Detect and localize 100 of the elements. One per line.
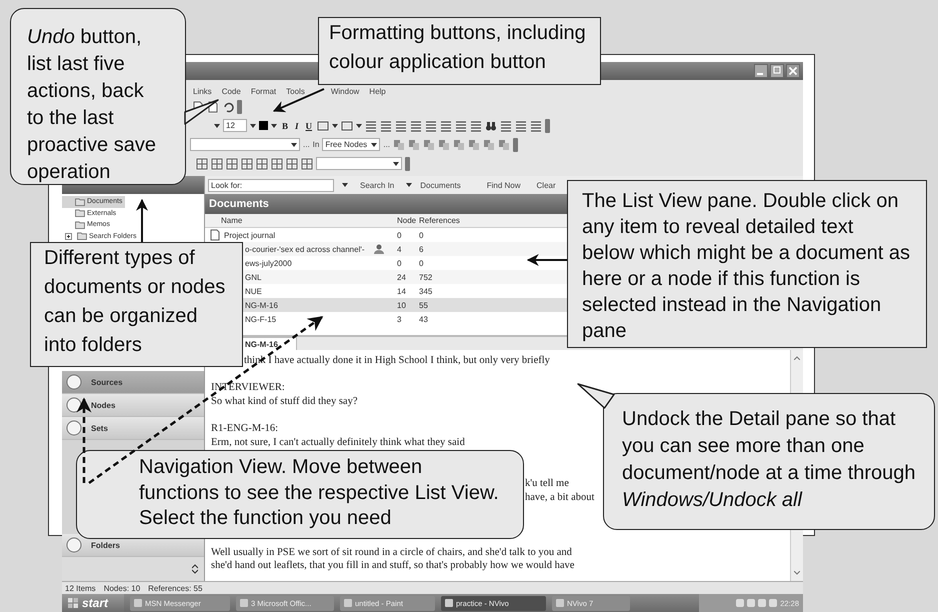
menu-item[interactable]: Window [330, 87, 360, 96]
list-row[interactable]: NG-M-16 10 55 [243, 298, 567, 312]
scroll-down-icon[interactable] [794, 571, 800, 575]
table-icon[interactable] [271, 158, 283, 170]
coding-icon[interactable] [438, 138, 450, 150]
coding-icon[interactable] [423, 138, 436, 150]
toolbar-grip[interactable] [513, 138, 518, 152]
menu-item[interactable]: Links [193, 87, 212, 96]
sort-icon[interactable] [530, 120, 542, 132]
coding-icon[interactable] [453, 138, 466, 150]
sort-icon[interactable] [515, 120, 528, 132]
transcript-line: Erm, not sure, I can't actually definitely think what they said [211, 437, 465, 448]
list-title: Documents [209, 198, 269, 210]
column-header[interactable]: Node [395, 214, 417, 227]
expand-icon[interactable] [65, 232, 72, 240]
caret-icon [406, 183, 412, 187]
table-icon[interactable] [241, 158, 253, 170]
table-icon[interactable] [226, 158, 238, 170]
circle-icon [66, 420, 82, 436]
transcript-line: R1-ENG-M-16: [211, 423, 278, 434]
chevron-icon[interactable] [192, 564, 198, 574]
border-icon[interactable] [317, 120, 330, 132]
caret-icon [393, 162, 399, 166]
code-field[interactable] [190, 138, 300, 151]
node-count: 4 [397, 244, 402, 254]
menu-item[interactable]: Help [369, 87, 386, 96]
align-icon[interactable] [425, 120, 438, 132]
align-icon[interactable] [365, 120, 378, 132]
coding-icon[interactable] [483, 138, 496, 150]
table-icon[interactable] [196, 158, 208, 170]
coding-icon[interactable] [468, 138, 480, 150]
colour-swatch-icon[interactable] [259, 121, 268, 130]
callout-tail [577, 383, 615, 409]
list-row[interactable]: o-courier-'sex ed across channel'- 4 6 [243, 242, 567, 256]
table-icon[interactable] [301, 158, 313, 170]
align-icon[interactable] [395, 120, 408, 132]
toolbar-grip[interactable] [405, 156, 410, 170]
scroll-up-icon[interactable] [794, 356, 800, 360]
align-icon[interactable] [410, 120, 422, 132]
coding-icon[interactable] [393, 138, 406, 150]
detail-tab[interactable]: NG-M-16 [241, 337, 297, 350]
app-icon [134, 599, 142, 607]
coding-icon[interactable] [498, 138, 510, 150]
app-icon [556, 599, 564, 607]
menu-item[interactable]: Code [222, 87, 241, 96]
table-icon[interactable] [286, 158, 298, 170]
callout: Undo button, list last five actions, back to the last proactive save operation [10, 8, 186, 185]
search-field[interactable]: Look for: [208, 178, 334, 192]
format-button[interactable]: I [293, 120, 301, 130]
align-icon[interactable] [380, 120, 392, 132]
callout: Undock the Detail pane so that you can see more than one document/node at a time through Windows/Undock all [603, 393, 935, 530]
flag-icon [68, 598, 78, 608]
scope-label: Documents [420, 180, 461, 190]
coding-icon[interactable] [408, 138, 420, 150]
name-text: o-courier-'sex ed across channel'- [245, 244, 365, 254]
reference-count: 752 [419, 272, 432, 282]
browse-button[interactable]: ... [383, 140, 390, 149]
caret-icon [271, 124, 277, 128]
table-icon[interactable] [211, 158, 223, 170]
status-text: References: 55 [148, 584, 202, 592]
status-text: Nodes: 10 [104, 584, 140, 592]
border-icon[interactable] [341, 120, 354, 132]
nav-button[interactable]: Sets [62, 417, 204, 440]
format-button[interactable]: B [280, 120, 290, 130]
find-now-button[interactable]: Find Now [482, 180, 525, 190]
search-in-button[interactable]: Search In [356, 180, 398, 190]
maximize-icon[interactable] [770, 64, 784, 78]
align-icon[interactable] [470, 120, 482, 132]
nodes-dropdown[interactable]: Free Nodes [322, 138, 380, 151]
toolbar-grip[interactable] [237, 100, 242, 114]
table-icon[interactable] [256, 158, 268, 170]
start-button[interactable]: start [62, 594, 124, 612]
list-row[interactable]: GNL 24 752 [243, 270, 567, 284]
nav-button[interactable]: Nodes [62, 394, 204, 417]
align-icon[interactable] [440, 120, 452, 132]
clear-button[interactable]: Clear [532, 180, 560, 190]
transcript-line: So what kind of stuff did they say? [211, 396, 358, 408]
sort-icon[interactable] [500, 120, 512, 132]
format-button[interactable]: U [304, 120, 314, 130]
browse-button[interactable]: ... [303, 140, 310, 149]
caret-icon [332, 124, 338, 128]
in-label: In [312, 140, 320, 149]
status-text: 12 Items [65, 584, 96, 592]
undo-icon[interactable] [222, 100, 234, 112]
font-size-field[interactable]: 12 [223, 119, 247, 132]
column-header[interactable]: Name [205, 214, 395, 227]
align-icon[interactable] [455, 120, 468, 132]
toolbar-field[interactable] [316, 157, 402, 170]
nav-button[interactable]: Sources [62, 371, 204, 394]
minimize-icon[interactable] [754, 64, 768, 78]
reference-count: 345 [419, 286, 432, 296]
binoculars-icon[interactable] [485, 120, 498, 132]
menu-item[interactable]: Format [250, 87, 276, 96]
close-icon[interactable] [786, 64, 800, 78]
column-header[interactable]: References [417, 214, 537, 227]
toolbar-grip[interactable] [545, 118, 550, 132]
callout: The List View pane. Double click on any item to reveal detailed text below which might be a document as here or a node if this function is selected instead in the Navigation pane [567, 180, 927, 348]
transcript-line: have, a bit about [525, 492, 594, 503]
app-icon [344, 599, 352, 607]
menu-item[interactable]: Tools [286, 87, 305, 96]
